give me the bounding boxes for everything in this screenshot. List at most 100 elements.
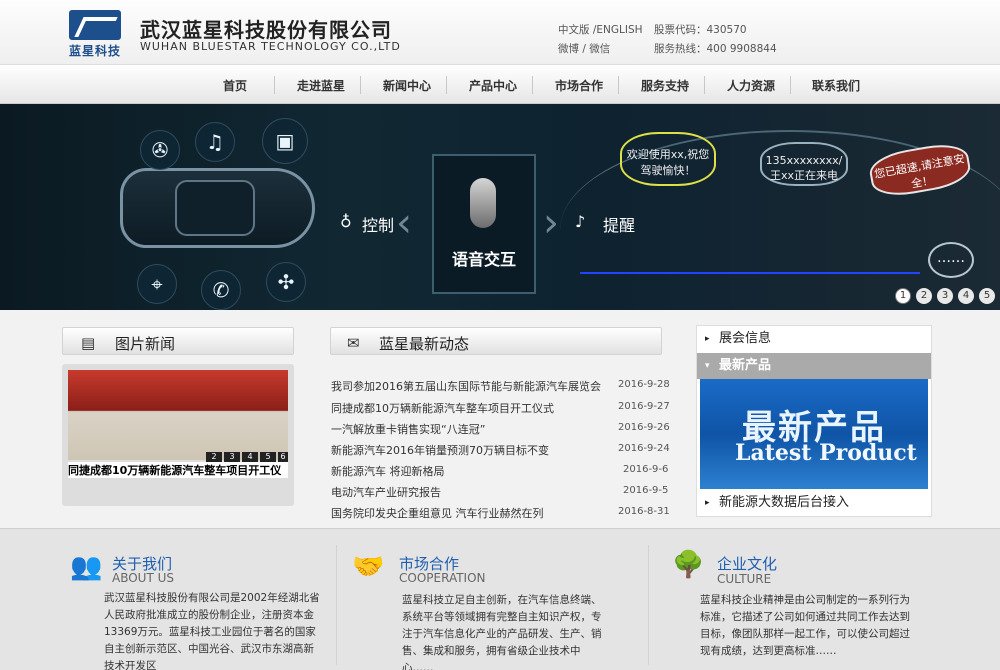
banner-page-1[interactable]: 1 <box>895 288 911 304</box>
about-subtitle: ABOUT US <box>112 571 175 585</box>
culture-line: 现有成绩，达到更高标准…… <box>700 645 837 657</box>
nav-divider <box>360 76 361 94</box>
nav-divider <box>704 76 705 94</box>
coop-line: 售、集成和服务，拥有省级企业技术中 <box>402 645 581 657</box>
nav-item-home[interactable]: 首页 <box>223 77 247 94</box>
culture-line: 标准，它描述了公司如何通过共同工作去达到 <box>700 611 910 623</box>
news-photo[interactable] <box>68 370 288 460</box>
photo-page-5[interactable]: 5 <box>260 452 276 462</box>
more-bubble: …… <box>928 242 974 278</box>
news-item[interactable]: 电动汽车产业研究报告 <box>331 484 441 500</box>
location-pin-icon: ⌖ <box>137 264 177 304</box>
about-line: 技术开发区 <box>104 660 157 670</box>
nav-item-contact[interactable]: 联系我们 <box>812 77 860 94</box>
footer-divider <box>648 545 649 665</box>
voice-wave-graphic <box>580 262 920 274</box>
nav-divider <box>532 76 533 94</box>
news-date: 2016-9-27 <box>618 401 670 412</box>
banner-page-5[interactable]: 5 <box>979 288 995 304</box>
photo-caption[interactable]: 同捷成都10万辆新能源汽车整车项目开工仪 <box>68 462 288 478</box>
latest-product-en: Latest Product <box>735 440 917 466</box>
coop-line: 蓝星科技立足自主创新，在汽车信息终端、 <box>402 594 602 606</box>
stock-code: 股票代码：430570 <box>654 24 747 36</box>
bigdata-access-item[interactable]: ▸ 新能源大数据后台接入 <box>697 490 931 516</box>
nav-item-products[interactable]: 产品中心 <box>469 77 517 94</box>
language-switch[interactable]: 中文版 /ENGLISH <box>558 22 643 37</box>
nav-divider <box>274 76 275 94</box>
bigdata-access-label: 新能源大数据后台接入 <box>719 495 850 510</box>
culture-line: 目标，像团队那样一起工作，可以使公司超过 <box>700 628 910 640</box>
nav-item-service[interactable]: 服务支持 <box>641 77 689 94</box>
logo-text: 蓝星科技 <box>69 44 122 58</box>
coop-line: 心…… <box>402 662 434 670</box>
photo-page-6[interactable]: 6 <box>278 452 288 462</box>
logo-mark-icon <box>69 10 121 40</box>
culture-title[interactable]: 企业文化 <box>717 553 777 574</box>
chevron-right-icon: ▸ <box>705 334 710 344</box>
news-date: 2016-8-31 <box>618 506 670 517</box>
social-links[interactable]: 微博 / 微信 <box>558 41 610 56</box>
photo-news-title: 图片新闻 <box>115 335 176 353</box>
car-roof-graphic <box>175 180 255 236</box>
latest-product-item[interactable]: ▾ 最新产品 <box>697 353 931 379</box>
expo-info-item[interactable]: ▸ 展会信息 <box>697 326 931 352</box>
photo-page-3[interactable]: 3 <box>224 452 240 462</box>
news-item[interactable]: 新能源汽车 将迎新格局 <box>331 463 445 479</box>
news-date: 2016-9-24 <box>618 443 670 454</box>
banner-page-3[interactable]: 3 <box>937 288 953 304</box>
latest-news-title: 蓝星最新动态 <box>379 335 470 353</box>
tree-icon: 🌳 <box>672 550 705 580</box>
chevron-right-icon: › <box>543 200 559 246</box>
news-date: 2016-9-5 <box>623 485 669 496</box>
radio-icon: ▣ <box>262 118 308 164</box>
coop-text: 蓝星科技立足自主创新，在汽车信息终端、 系统平台等领域拥有完整自主知识产权，专 … <box>402 592 602 670</box>
welcome-bubble: 欢迎使用xx,祝您驾驶愉快！ <box>620 132 716 186</box>
nav-divider <box>618 76 619 94</box>
news-item[interactable]: 新能源汽车2016年销量预测70万辆目标不变 <box>331 442 549 458</box>
chevron-down-icon: ▾ <box>705 361 710 371</box>
banner-page-4[interactable]: 4 <box>958 288 974 304</box>
about-line: 武汉蓝星科技股份有限公司是2002年经湖北省 <box>104 592 320 604</box>
company-logo[interactable]: 蓝星科技 <box>69 10 125 58</box>
handshake-icon: 🤝 <box>352 552 385 582</box>
voice-interaction-label: 语音交互 <box>452 250 517 269</box>
people-icon: 👥 <box>70 552 103 582</box>
nav-item-news[interactable]: 新闻中心 <box>383 77 431 94</box>
nav-divider <box>446 76 447 94</box>
microphone-small-icon: ♁ <box>340 212 352 231</box>
nav-item-about[interactable]: 走进蓝星 <box>297 77 345 94</box>
latest-product-label: 最新产品 <box>719 358 772 373</box>
news-item[interactable]: 我司参加2016第五届山东国际节能与新能源汽车展览会 <box>331 378 601 394</box>
chevron-left-icon: ‹ <box>396 200 412 246</box>
culture-subtitle: CULTURE <box>717 572 772 586</box>
news-date: 2016-9-28 <box>618 379 670 390</box>
speaker-icon: ♪ <box>575 212 586 231</box>
photo-page-2[interactable]: 2 <box>206 452 222 462</box>
company-name-en: WUHAN BLUESTAR TECHNOLOGY CO.,LTD <box>140 40 401 53</box>
latest-news-header: ✉ 蓝星最新动态 <box>330 327 662 355</box>
expo-info-label: 展会信息 <box>719 331 772 346</box>
microphone-icon <box>470 178 496 228</box>
header: 蓝星科技 武汉蓝星科技股份有限公司 WUHAN BLUESTAR TECHNOL… <box>0 0 1000 64</box>
chevron-right-icon: ▸ <box>705 498 710 508</box>
main-nav: 首页 走进蓝星 新闻中心 产品中心 市场合作 服务支持 人力资源 联系我们 <box>0 64 1000 104</box>
nav-item-hr[interactable]: 人力资源 <box>727 77 775 94</box>
fan-icon: ✣ <box>266 262 306 302</box>
about-line: 人民政府批准成立的股份制企业，注册资本金 <box>104 609 314 621</box>
news-item[interactable]: 同捷成都10万辆新能源汽车整车项目开工仪式 <box>331 400 554 416</box>
banner-page-2[interactable]: 2 <box>916 288 932 304</box>
news-date: 2016-9-26 <box>618 422 670 433</box>
news-item[interactable]: 一汽解放重卡销售实现“八连冠” <box>331 421 485 437</box>
photo-page-4[interactable]: 4 <box>242 452 258 462</box>
coop-line: 系统平台等领域拥有完整自主知识产权，专 <box>402 611 602 623</box>
company-name-cn: 武汉蓝星科技股份有限公司 <box>140 18 392 42</box>
film-reel-icon: ✇ <box>140 130 180 170</box>
news-item[interactable]: 国务院印发央企重组意见 汽车行业赫然在列 <box>331 505 544 521</box>
culture-line: 蓝星科技企业精神是由公司制定的一系列行为 <box>700 594 910 606</box>
picture-icon: ▤ <box>81 334 96 352</box>
call-bubble: 135xxxxxxxx/王xx正在来电 <box>760 142 848 186</box>
music-note-icon: ♫ <box>195 122 235 162</box>
photo-news-header: ▤ 图片新闻 <box>62 327 294 355</box>
about-line: 13369万元。蓝星科技工业园位于著名的国家 <box>104 626 316 638</box>
nav-item-market[interactable]: 市场合作 <box>555 77 603 94</box>
